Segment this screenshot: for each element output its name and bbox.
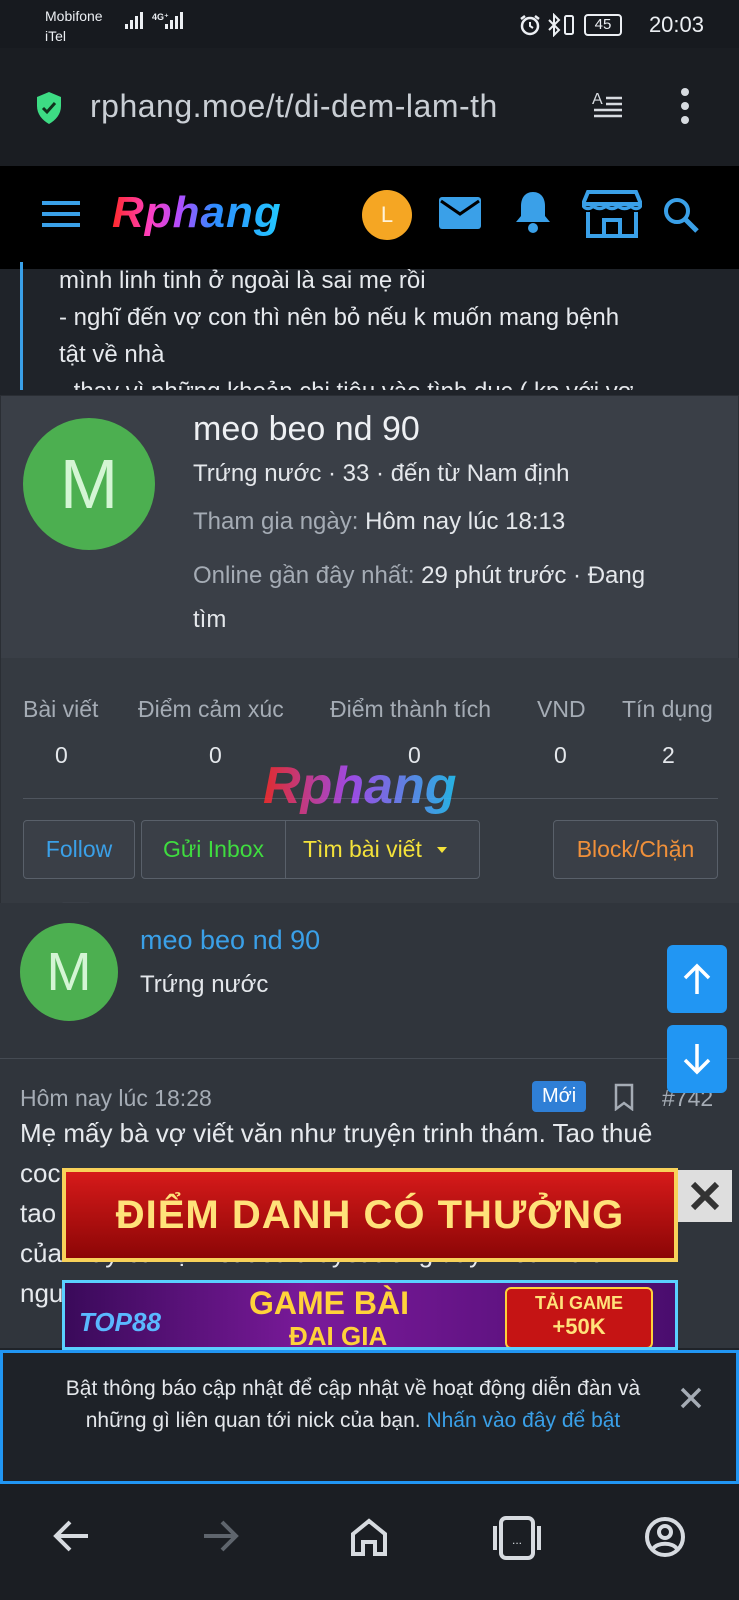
svg-text:...: ...: [512, 1533, 522, 1547]
carrier-info: Mobifone iTel: [45, 6, 103, 46]
watermark-logo: Rphang: [263, 757, 457, 815]
ad-cta-2: +50K: [552, 1314, 606, 1339]
find-posts-label: Tìm bài viết: [303, 836, 422, 862]
author-name[interactable]: meo beo nd 90: [140, 925, 320, 956]
url-text[interactable]: rphang.moe/t/di-dem-lam-th: [90, 88, 565, 125]
battery-icon: 45: [584, 14, 622, 36]
stat-label-vnd: VND: [537, 696, 586, 722]
hamburger-menu-icon[interactable]: [42, 199, 80, 229]
notification-line-1: Bật thông báo cập nhật để cập nhật về ho…: [65, 1377, 641, 1400]
signal-icon-2: [165, 12, 183, 29]
ad-download-badge: TẢI GAME +50K: [505, 1287, 653, 1347]
user-avatar[interactable]: L: [362, 190, 412, 240]
ad-game-sub: ĐẠI GIA: [289, 1321, 388, 1350]
stat-value-reactions: 0: [209, 742, 222, 768]
site-logo[interactable]: Rphang: [112, 188, 282, 238]
joined-row: Tham gia ngày: Hôm nay lúc 18:13: [193, 508, 565, 536]
author-avatar[interactable]: M: [20, 923, 118, 1021]
arrow-down-icon: [683, 1044, 711, 1075]
reader-mode-icon[interactable]: A: [590, 88, 624, 122]
close-icon[interactable]: [680, 1387, 702, 1409]
online-value-cont: tìm: [193, 606, 227, 633]
ad-game-text: GAME BÀI: [249, 1285, 409, 1321]
scroll-bottom-button[interactable]: [667, 1025, 727, 1093]
send-inbox-button[interactable]: Gửi Inbox: [141, 820, 286, 879]
back-arrow-icon[interactable]: [52, 1516, 92, 1556]
ad-close-button[interactable]: [678, 1170, 732, 1222]
ad-cta-1: TẢI GAME: [535, 1293, 623, 1313]
mail-icon[interactable]: [438, 196, 482, 230]
stat-value-vnd: 0: [554, 742, 567, 768]
search-icon[interactable]: [662, 196, 700, 234]
clock: 20:03: [648, 12, 704, 37]
online-value: 29 phút trước · Đang: [421, 562, 646, 589]
stat-value-credit: 2: [662, 742, 675, 768]
store-icon[interactable]: [582, 188, 642, 238]
post-line: - nghĩ đến vợ con thì nên bỏ nếu k muốn …: [59, 304, 620, 331]
joined-label: Tham gia ngày:: [193, 508, 359, 535]
bookmark-icon[interactable]: [613, 1083, 635, 1111]
account-icon[interactable]: [644, 1516, 686, 1558]
block-button[interactable]: Block/Chặn: [553, 820, 718, 879]
arrow-up-icon: [683, 963, 711, 994]
post-line: Mẹ mấy bà vợ viết văn như truyện trinh t…: [20, 1118, 653, 1148]
bell-icon[interactable]: [513, 190, 553, 234]
online-label: Online gần đây nhất:: [193, 562, 415, 589]
post-line: - thay vì những khoản chi tiêu vào tình …: [59, 373, 720, 390]
author-rank: Trứng nước: [140, 971, 269, 998]
member-subtitle: Trứng nước · 33 · đến từ Nam định: [193, 460, 570, 487]
member-username[interactable]: meo beo nd 90: [193, 410, 420, 449]
close-icon: [690, 1181, 720, 1211]
post-date[interactable]: Hôm nay lúc 18:28: [20, 1085, 212, 1112]
stat-label-posts: Bài viết: [23, 696, 99, 722]
browser-address-bar: rphang.moe/t/di-dem-lam-th A: [0, 48, 739, 166]
post-line: mình linh tinh ở ngoài là sai mẹ rồi: [59, 267, 426, 294]
member-tooltip-card: M meo beo nd 90 Trứng nước · 33 · đến từ…: [0, 395, 739, 904]
secure-shield-icon[interactable]: [34, 90, 64, 126]
push-notification-prompt: Bật thông báo cập nhật để cập nhật về ho…: [0, 1350, 739, 1484]
post-line: tật về nhà: [59, 341, 165, 368]
bluetooth-icon: [548, 13, 561, 37]
new-badge: Mới: [532, 1081, 587, 1112]
caret-down-icon: [436, 846, 447, 853]
quoted-post-text: mình linh tinh ở ngoài là sai mẹ rồi - n…: [20, 262, 720, 390]
home-icon[interactable]: [348, 1516, 390, 1558]
forward-arrow-icon[interactable]: [200, 1516, 240, 1556]
tabs-icon[interactable]: ...: [493, 1516, 541, 1560]
stat-value-posts: 0: [55, 742, 68, 768]
notification-line-2: những gì liên quan tới nick của bạn.: [85, 1409, 421, 1432]
find-posts-button[interactable]: Tìm bài viết: [285, 820, 480, 879]
svg-text:A: A: [592, 91, 603, 108]
follow-button[interactable]: Follow: [23, 820, 135, 879]
more-menu-icon[interactable]: [680, 86, 690, 126]
site-header: Rphang L: [0, 166, 739, 269]
notification-text: Bật thông báo cập nhật để cập nhật về ho…: [33, 1373, 673, 1437]
carrier-2: iTel: [45, 28, 67, 44]
signal-icon: [125, 12, 143, 29]
browser-nav-bar: ...: [0, 1484, 739, 1600]
ad-banner-checkin[interactable]: ĐIỂM DANH CÓ THƯỞNG: [62, 1168, 678, 1262]
stat-label-credit: Tín dụng: [622, 696, 713, 722]
stat-label-trophies: Điểm thành tích: [330, 696, 492, 722]
post-author-block: M meo beo nd 90 Trứng nước: [0, 903, 739, 1058]
carrier-1: Mobifone: [45, 8, 103, 24]
member-avatar[interactable]: M: [23, 418, 155, 550]
ad-brand: TOP88: [79, 1307, 161, 1337]
ad-banner-top88[interactable]: TOP88 GAME BÀI ĐẠI GIA TẢI GAME +50K: [62, 1280, 678, 1350]
scroll-top-button[interactable]: [667, 945, 727, 1013]
vibrate-icon: [564, 15, 574, 35]
online-row: Online gần đây nhất: 29 phút trước · Đan…: [193, 554, 713, 642]
status-bar: Mobifone iTel 4G⁺ 45 20:03: [0, 0, 739, 48]
alarm-icon: [520, 15, 540, 36]
joined-value: Hôm nay lúc 18:13: [365, 508, 566, 535]
stat-label-reactions: Điểm cảm xúc: [138, 696, 284, 722]
enable-notification-link[interactable]: Nhấn vào đây để bật: [426, 1409, 620, 1432]
